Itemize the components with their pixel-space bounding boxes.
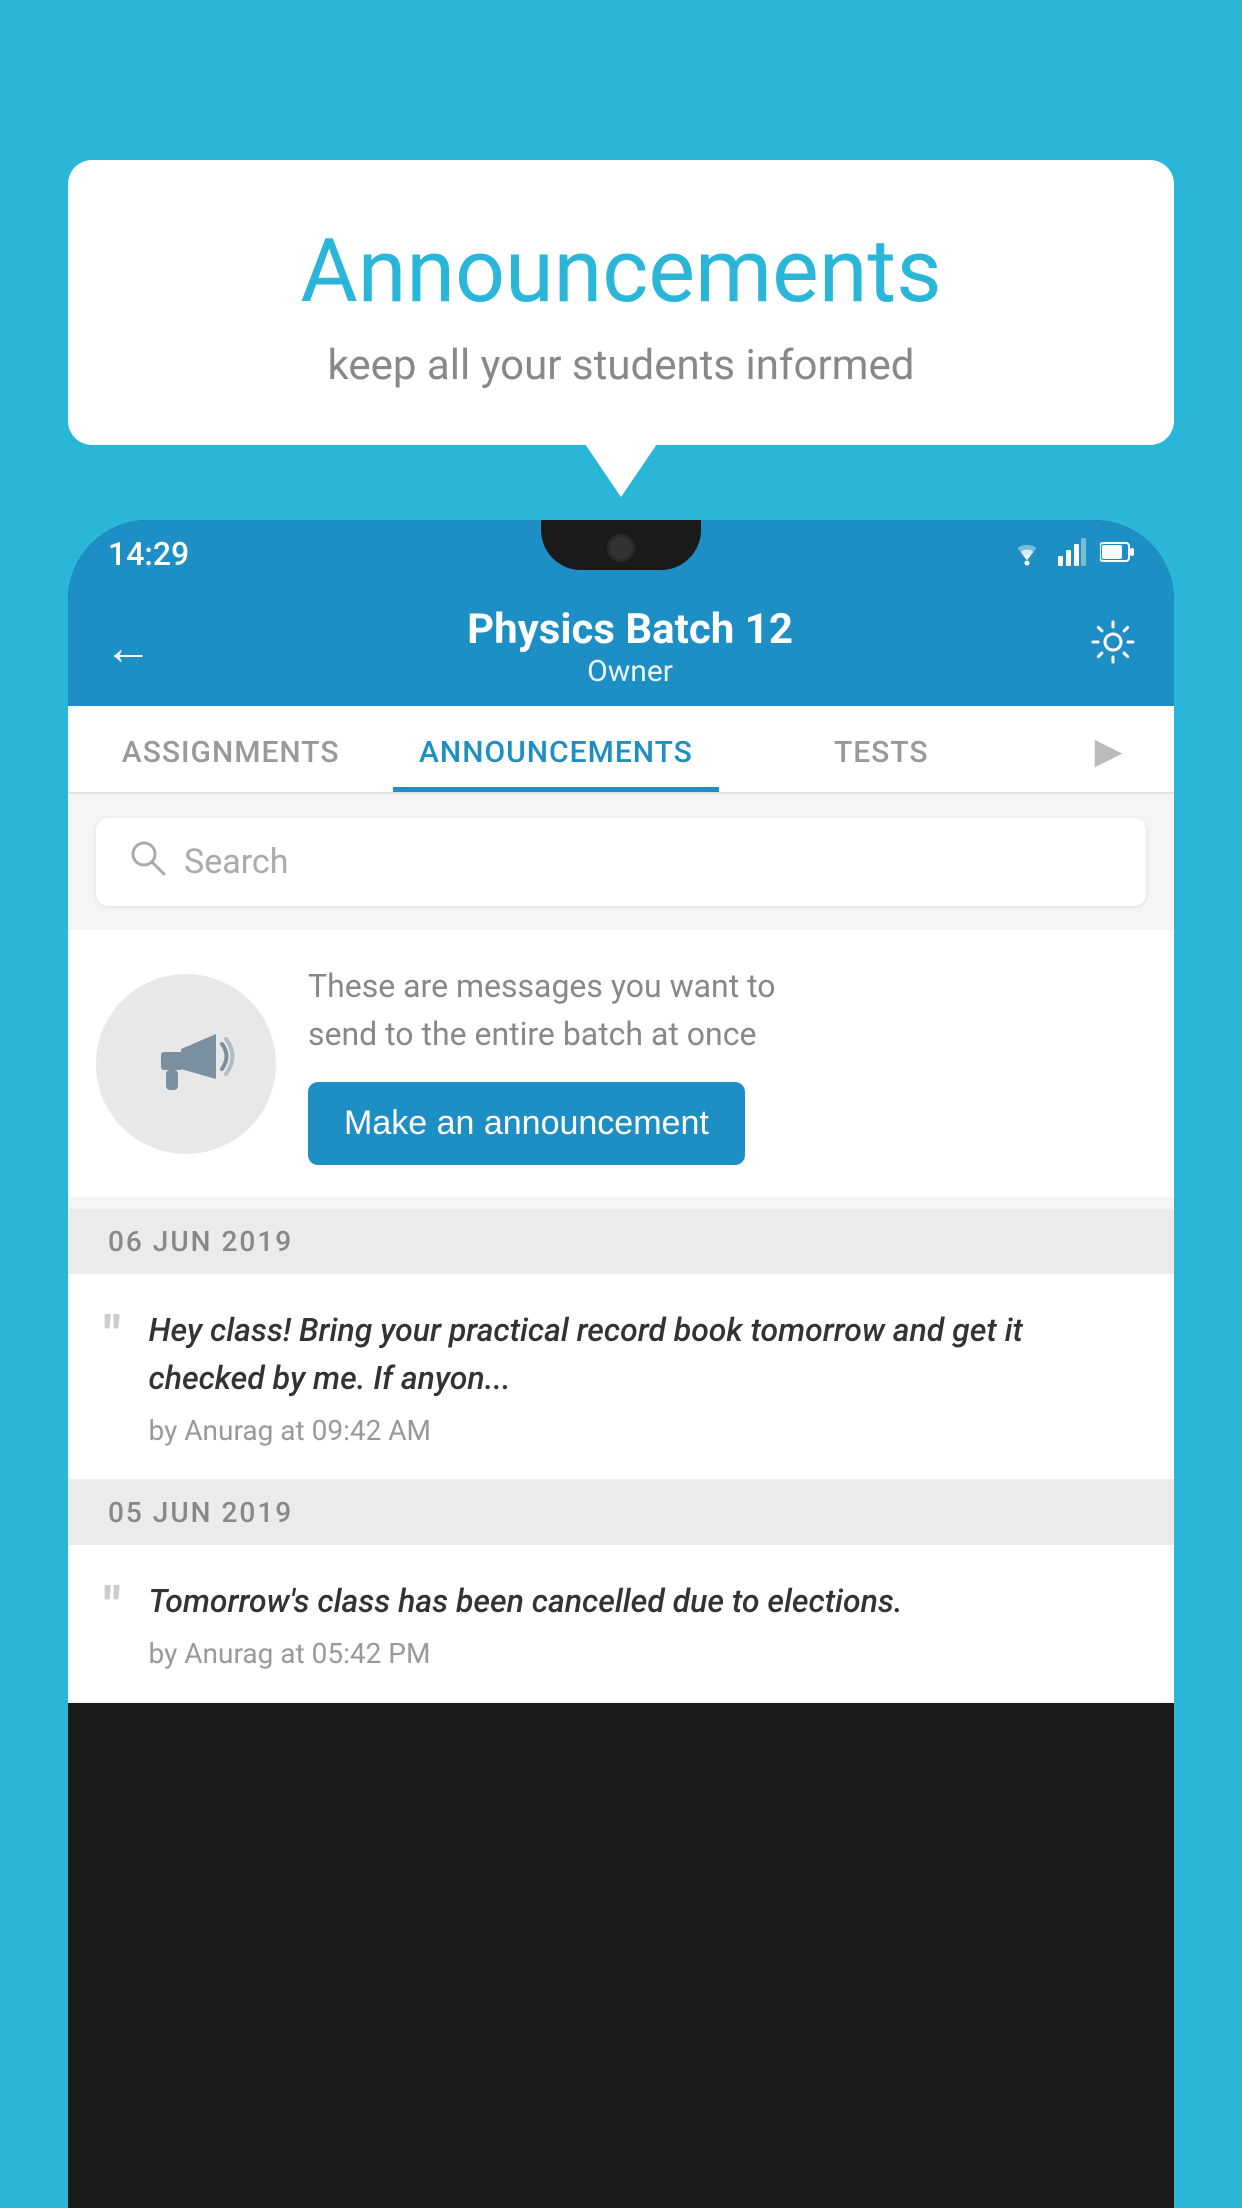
bubble-subtitle: keep all your students informed (128, 341, 1114, 390)
make-announcement-button[interactable]: Make an announcement (308, 1082, 745, 1165)
tabs-bar: ASSIGNMENTS ANNOUNCEMENTS TESTS ▶ (68, 706, 1174, 794)
search-icon (128, 838, 166, 886)
announcement-icon-circle (96, 974, 276, 1154)
announcement-description: These are messages you want tosend to th… (308, 962, 1146, 1058)
message-item-2[interactable]: " Tomorrow's class has been cancelled du… (68, 1545, 1174, 1703)
wifi-icon (1010, 538, 1044, 570)
quote-icon-1: " (104, 1310, 121, 1362)
phone-camera (607, 534, 635, 562)
app-bar: ← Physics Batch 12 Owner (68, 588, 1174, 706)
announcement-card: These are messages you want tosend to th… (68, 930, 1174, 1197)
settings-button[interactable] (1088, 617, 1138, 678)
message-content-2: Tomorrow's class has been cancelled due … (149, 1577, 903, 1670)
speech-bubble: Announcements keep all your students inf… (68, 160, 1174, 445)
announcement-right: These are messages you want tosend to th… (308, 962, 1146, 1165)
back-button[interactable]: ← (104, 619, 152, 676)
app-bar-title: Physics Batch 12 (172, 605, 1088, 654)
message-content-1: Hey class! Bring your practical record b… (149, 1306, 1138, 1447)
tab-tests[interactable]: TESTS (719, 735, 1044, 792)
bubble-title: Announcements (128, 220, 1114, 323)
quote-icon-2: " (104, 1581, 121, 1633)
status-icons (1010, 538, 1134, 570)
content-area: Search These are m (68, 794, 1174, 1703)
date-separator-2: 05 JUN 2019 (68, 1480, 1174, 1545)
signal-icon (1058, 538, 1086, 570)
search-bar[interactable]: Search (96, 818, 1146, 906)
tab-assignments[interactable]: ASSIGNMENTS (68, 735, 393, 792)
message-text-2: Tomorrow's class has been cancelled due … (149, 1577, 903, 1625)
message-item-1[interactable]: " Hey class! Bring your practical record… (68, 1274, 1174, 1480)
search-placeholder: Search (184, 842, 288, 882)
speech-bubble-container: Announcements keep all your students inf… (68, 160, 1174, 445)
phone-frame: 14:29 (68, 520, 1174, 2208)
message-text-1: Hey class! Bring your practical record b… (149, 1306, 1138, 1402)
battery-icon (1100, 541, 1134, 567)
date-separator-1: 06 JUN 2019 (68, 1209, 1174, 1274)
tab-more[interactable]: ▶ (1044, 730, 1174, 792)
app-bar-title-area: Physics Batch 12 Owner (172, 605, 1088, 689)
tab-announcements[interactable]: ANNOUNCEMENTS (393, 735, 718, 792)
app-bar-subtitle: Owner (172, 654, 1088, 689)
message-meta-1: by Anurag at 09:42 AM (149, 1414, 1138, 1447)
status-time: 14:29 (108, 535, 189, 573)
phone-notch (541, 520, 701, 570)
message-meta-2: by Anurag at 05:42 PM (149, 1637, 903, 1670)
